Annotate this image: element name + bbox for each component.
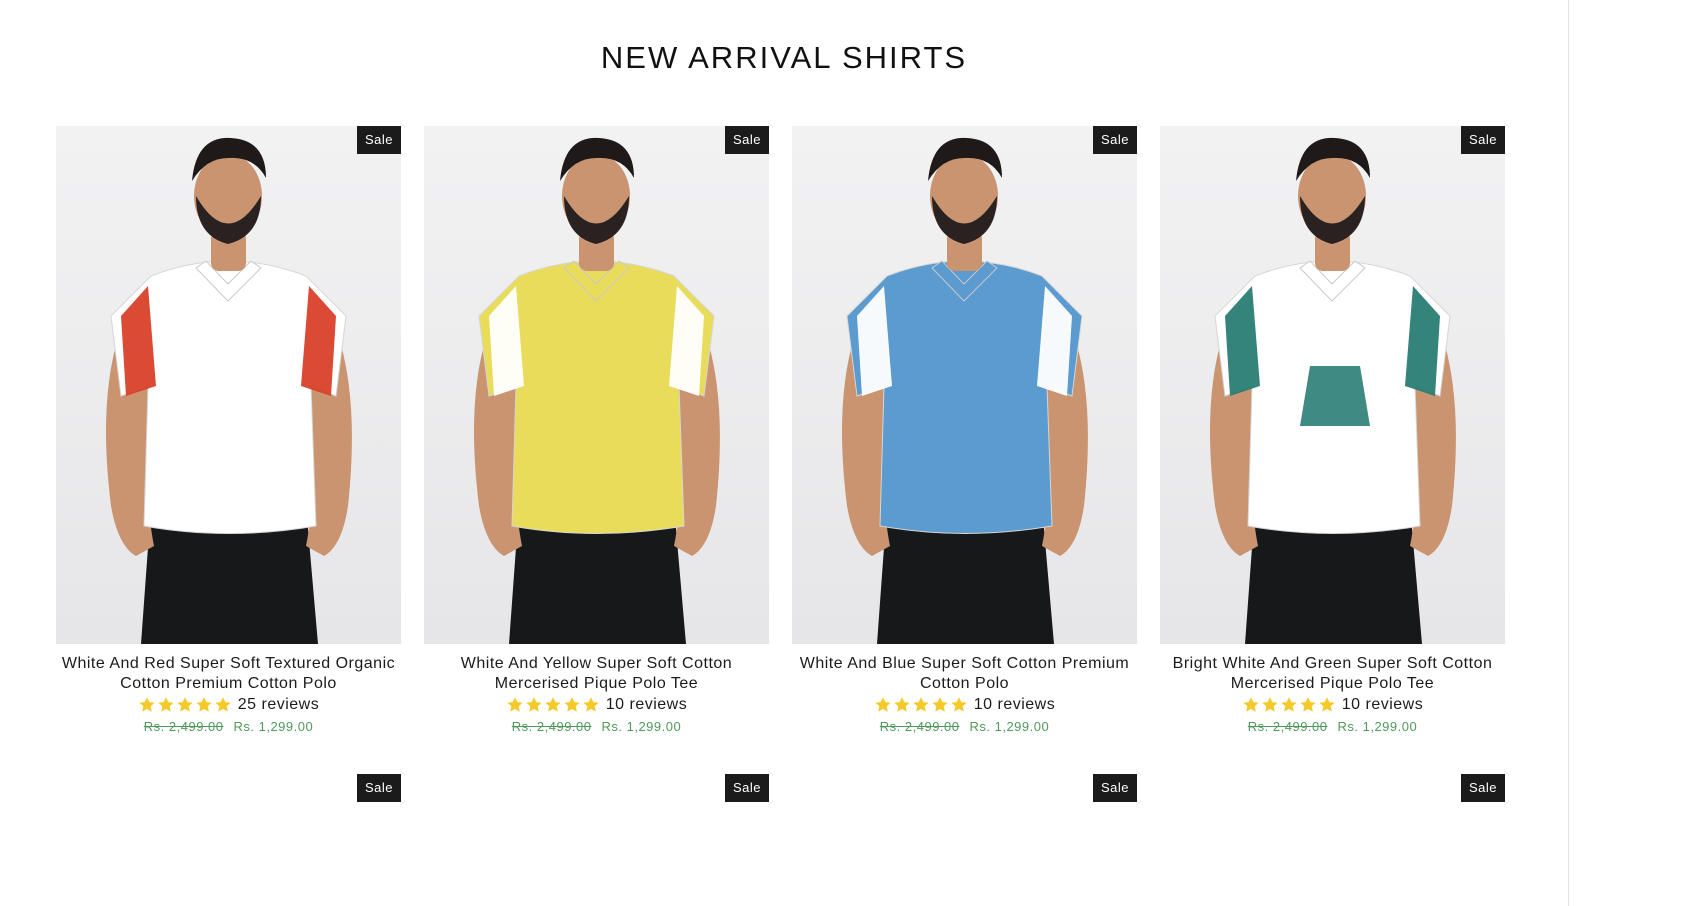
rating: 10 reviews xyxy=(1160,694,1505,716)
star-rating-icon xyxy=(506,696,600,714)
product-card[interactable]: Sale xyxy=(1160,774,1505,906)
star-rating-icon xyxy=(1242,696,1336,714)
rating: 25 reviews xyxy=(56,694,401,716)
rating: 10 reviews xyxy=(792,694,1137,716)
rating: 10 reviews xyxy=(424,694,769,716)
star-icon xyxy=(1243,697,1259,712)
star-icon xyxy=(196,697,212,712)
product-title[interactable]: Bright White And Green Super Soft Cotton… xyxy=(1160,654,1505,694)
model-photo xyxy=(1160,126,1505,644)
star-rating-icon xyxy=(138,696,232,714)
star-icon xyxy=(545,697,561,712)
original-price: Rs. 2,499.00 xyxy=(511,719,592,734)
product-card[interactable]: Sale Bright White And Green Super Soft C… xyxy=(1160,126,1505,734)
product-image[interactable]: Sale xyxy=(424,126,769,644)
sale-badge: Sale xyxy=(1460,126,1505,154)
star-icon xyxy=(894,697,910,712)
star-icon xyxy=(1300,697,1316,712)
sale-price: Rs. 1,299.00 xyxy=(969,719,1050,734)
product-card[interactable]: Sale White And Blue Super Soft Cotton Pr… xyxy=(792,126,1137,734)
product-card[interactable]: Sale xyxy=(56,774,401,906)
star-icon xyxy=(1262,697,1278,712)
product-title[interactable]: White And Blue Super Soft Cotton Premium… xyxy=(792,654,1137,694)
sale-badge: Sale xyxy=(1460,774,1505,802)
star-icon xyxy=(1319,697,1335,712)
star-icon xyxy=(177,697,193,712)
product-image[interactable]: Sale xyxy=(792,126,1137,644)
section-title: NEW ARRIVAL SHIRTS xyxy=(600,40,968,75)
sale-price: Rs. 1,299.00 xyxy=(601,719,682,734)
star-icon xyxy=(564,697,580,712)
sale-badge: Sale xyxy=(1092,126,1137,154)
model-photo xyxy=(792,126,1137,644)
star-icon xyxy=(913,697,929,712)
product-title[interactable]: White And Red Super Soft Textured Organi… xyxy=(56,654,401,694)
star-rating-icon xyxy=(874,696,968,714)
product-image[interactable]: Sale xyxy=(56,774,401,906)
product-image[interactable]: Sale xyxy=(1160,126,1505,644)
product-card[interactable]: Sale xyxy=(792,774,1137,906)
product-image[interactable]: Sale xyxy=(424,774,769,906)
review-count: 10 reviews xyxy=(605,696,688,713)
product-title[interactable]: White And Yellow Super Soft Cotton Merce… xyxy=(424,654,769,694)
star-icon xyxy=(526,697,542,712)
model-photo xyxy=(424,126,769,644)
product-card[interactable]: Sale White And Yellow Super Soft Cotton … xyxy=(424,126,769,734)
product-image[interactable]: Sale xyxy=(1160,774,1505,906)
star-icon xyxy=(158,697,174,712)
price: Rs. 2,499.00 Rs. 1,299.00 xyxy=(56,719,401,734)
product-image[interactable]: Sale xyxy=(56,126,401,644)
star-icon xyxy=(932,697,948,712)
price: Rs. 2,499.00 Rs. 1,299.00 xyxy=(792,719,1137,734)
star-icon xyxy=(507,697,523,712)
sale-badge: Sale xyxy=(724,126,769,154)
product-image[interactable]: Sale xyxy=(792,774,1137,906)
original-price: Rs. 2,499.00 xyxy=(143,719,224,734)
sale-price: Rs. 1,299.00 xyxy=(233,719,314,734)
star-icon xyxy=(875,697,891,712)
review-count: 10 reviews xyxy=(1341,696,1424,713)
product-card[interactable]: Sale xyxy=(424,774,769,906)
sale-price: Rs. 1,299.00 xyxy=(1337,719,1418,734)
product-card[interactable]: Sale White And Red Super Soft Textured O… xyxy=(56,126,401,734)
original-price: Rs. 2,499.00 xyxy=(1247,719,1328,734)
sale-badge: Sale xyxy=(724,774,769,802)
star-icon xyxy=(951,697,967,712)
review-count: 25 reviews xyxy=(237,696,320,713)
review-count: 10 reviews xyxy=(973,696,1056,713)
model-photo xyxy=(56,126,401,644)
star-icon xyxy=(583,697,599,712)
sale-badge: Sale xyxy=(356,774,401,802)
price: Rs. 2,499.00 Rs. 1,299.00 xyxy=(424,719,769,734)
star-icon xyxy=(1281,697,1297,712)
original-price: Rs. 2,499.00 xyxy=(879,719,960,734)
page-scrollbar[interactable] xyxy=(1568,0,1569,906)
sale-badge: Sale xyxy=(1092,774,1137,802)
star-icon xyxy=(139,697,155,712)
sale-badge: Sale xyxy=(356,126,401,154)
price: Rs. 2,499.00 Rs. 1,299.00 xyxy=(1160,719,1505,734)
star-icon xyxy=(215,697,231,712)
